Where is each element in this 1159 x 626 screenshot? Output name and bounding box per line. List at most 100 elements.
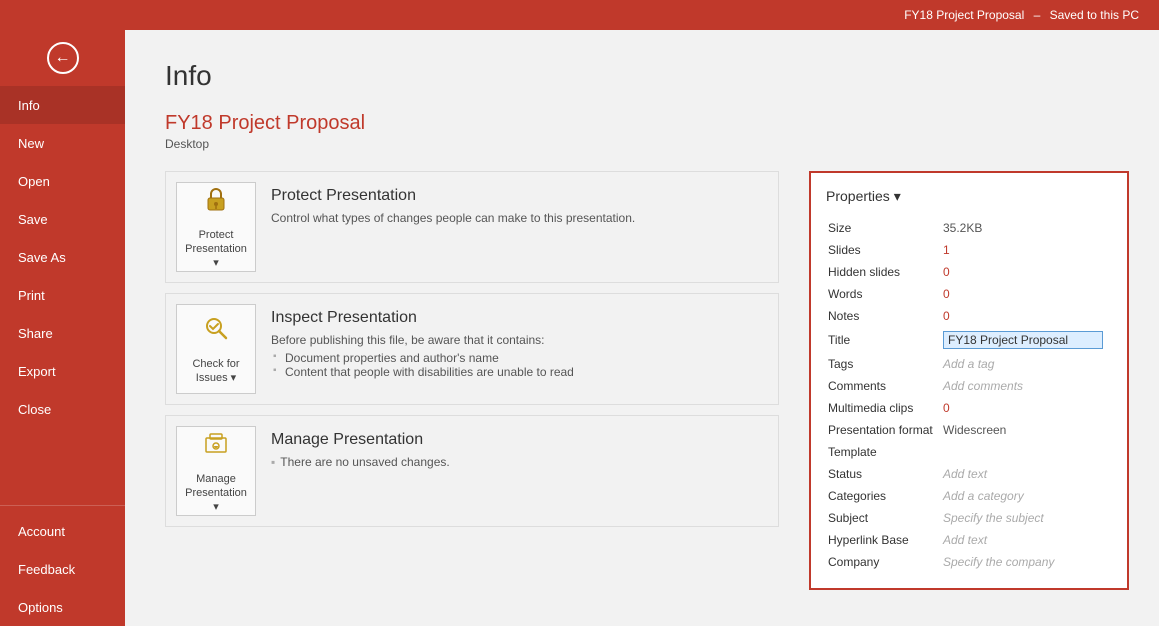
sidebar-label-feedback: Feedback bbox=[18, 562, 75, 577]
protect-icon-box[interactable]: ProtectPresentation ▾ bbox=[176, 182, 256, 272]
prop-label: Template bbox=[826, 441, 941, 463]
check-icon-label: Check forIssues ▾ bbox=[192, 357, 239, 386]
prop-row-hyperlink-base: Hyperlink BaseAdd text bbox=[826, 529, 1112, 551]
sidebar-item-account[interactable]: Account bbox=[0, 512, 125, 550]
manage-icon bbox=[200, 428, 232, 467]
prop-value: 0 bbox=[941, 283, 1112, 305]
sidebar-label-close: Close bbox=[18, 402, 51, 417]
prop-label: Multimedia clips bbox=[826, 397, 941, 419]
sidebar-item-save[interactable]: Save bbox=[0, 200, 125, 238]
protect-desc: Control what types of changes people can… bbox=[271, 211, 768, 225]
prop-label: Comments bbox=[826, 375, 941, 397]
check-icon bbox=[200, 313, 232, 352]
inspect-bullets: Document properties and author's name Co… bbox=[271, 351, 768, 379]
inspect-section: Check forIssues ▾ Inspect Presentation B… bbox=[165, 293, 779, 405]
sidebar-label-account: Account bbox=[18, 524, 65, 539]
lock-icon bbox=[200, 184, 232, 223]
sidebar-item-options[interactable]: Options bbox=[0, 588, 125, 626]
prop-row-template: Template bbox=[826, 441, 1112, 463]
top-bar: FY18 Project Proposal – Saved to this PC bbox=[0, 0, 1159, 30]
prop-label: Title bbox=[826, 327, 941, 353]
prop-value[interactable]: Add text bbox=[941, 463, 1112, 485]
sidebar-item-feedback[interactable]: Feedback bbox=[0, 550, 125, 588]
prop-value[interactable]: Specify the company bbox=[941, 551, 1112, 573]
title-input[interactable] bbox=[943, 331, 1103, 349]
sidebar-label-save-as: Save As bbox=[18, 250, 66, 265]
prop-label: Words bbox=[826, 283, 941, 305]
bullet-1: Document properties and author's name bbox=[271, 351, 768, 365]
prop-value[interactable]: Add text bbox=[941, 529, 1112, 551]
prop-row-words: Words0 bbox=[826, 283, 1112, 305]
prop-row-tags: TagsAdd a tag bbox=[826, 353, 1112, 375]
prop-label: Tags bbox=[826, 353, 941, 375]
manage-icon-box[interactable]: ManagePresentation ▾ bbox=[176, 426, 256, 516]
prop-label: Subject bbox=[826, 507, 941, 529]
prop-row-title: Title bbox=[826, 327, 1112, 353]
sidebar-label-options: Options bbox=[18, 600, 63, 615]
prop-row-company: CompanySpecify the company bbox=[826, 551, 1112, 573]
prop-value: 0 bbox=[941, 261, 1112, 283]
sidebar-label-share: Share bbox=[18, 326, 53, 341]
protect-text: Protect Presentation Control what types … bbox=[271, 182, 768, 229]
sidebar-item-export[interactable]: Export bbox=[0, 352, 125, 390]
sidebar-label-info: Info bbox=[18, 98, 40, 113]
sidebar-item-info[interactable]: Info bbox=[0, 86, 125, 124]
properties-title: Properties ▾ bbox=[826, 188, 901, 205]
prop-label: Notes bbox=[826, 305, 941, 327]
bullet-2: Content that people with disabilities ar… bbox=[271, 365, 768, 379]
properties-panel: Properties ▾ Size35.2KBSlides1Hidden sli… bbox=[809, 171, 1129, 590]
sidebar-label-open: Open bbox=[18, 174, 50, 189]
prop-label: Hidden slides bbox=[826, 261, 941, 283]
prop-label: Hyperlink Base bbox=[826, 529, 941, 551]
prop-value: 1 bbox=[941, 239, 1112, 261]
sections-and-props: ProtectPresentation ▾ Protect Presentati… bbox=[165, 171, 1129, 606]
prop-value[interactable]: Add a tag bbox=[941, 353, 1112, 375]
protect-title: Protect Presentation bbox=[271, 187, 768, 205]
prop-label: Size bbox=[826, 217, 941, 239]
manage-icon-label: ManagePresentation ▾ bbox=[182, 472, 250, 515]
sidebar-label-print: Print bbox=[18, 288, 45, 303]
sidebar-label-export: Export bbox=[18, 364, 56, 379]
prop-value[interactable]: Add comments bbox=[941, 375, 1112, 397]
back-button[interactable]: ← bbox=[0, 30, 125, 86]
protect-section: ProtectPresentation ▾ Protect Presentati… bbox=[165, 171, 779, 283]
prop-row-size: Size35.2KB bbox=[826, 217, 1112, 239]
prop-label: Company bbox=[826, 551, 941, 573]
prop-value[interactable] bbox=[941, 327, 1112, 353]
prop-value: 0 bbox=[941, 305, 1112, 327]
sidebar-label-new: New bbox=[18, 136, 44, 151]
prop-label: Status bbox=[826, 463, 941, 485]
sidebar-item-print[interactable]: Print bbox=[0, 276, 125, 314]
sidebar-item-open[interactable]: Open bbox=[0, 162, 125, 200]
prop-row-categories: CategoriesAdd a category bbox=[826, 485, 1112, 507]
sidebar-item-new[interactable]: New bbox=[0, 124, 125, 162]
file-name: FY18 Project Proposal bbox=[165, 112, 1129, 135]
prop-value[interactable]: Specify the subject bbox=[941, 507, 1112, 529]
top-bar-separator: – bbox=[1030, 8, 1043, 22]
top-bar-status: Saved to this PC bbox=[1050, 8, 1139, 22]
manage-title: Manage Presentation bbox=[271, 431, 768, 449]
inspect-title: Inspect Presentation bbox=[271, 309, 768, 327]
inspect-text: Inspect Presentation Before publishing t… bbox=[271, 304, 768, 379]
prop-row-multimedia-clips: Multimedia clips0 bbox=[826, 397, 1112, 419]
prop-label: Slides bbox=[826, 239, 941, 261]
content-area: Info FY18 Project Proposal Desktop bbox=[125, 30, 1159, 626]
prop-label: Categories bbox=[826, 485, 941, 507]
prop-value[interactable]: Add a category bbox=[941, 485, 1112, 507]
prop-row-subject: SubjectSpecify the subject bbox=[826, 507, 1112, 529]
sidebar-item-close[interactable]: Close bbox=[0, 390, 125, 428]
inspect-desc: Before publishing this file, be aware th… bbox=[271, 333, 768, 347]
prop-label: Presentation format bbox=[826, 419, 941, 441]
properties-header[interactable]: Properties ▾ bbox=[826, 188, 1112, 205]
protect-icon-label: ProtectPresentation ▾ bbox=[182, 228, 250, 271]
sections: ProtectPresentation ▾ Protect Presentati… bbox=[165, 171, 779, 606]
sidebar-item-share[interactable]: Share bbox=[0, 314, 125, 352]
prop-row-notes: Notes0 bbox=[826, 305, 1112, 327]
sidebar-item-save-as[interactable]: Save As bbox=[0, 238, 125, 276]
inspect-icon-box[interactable]: Check forIssues ▾ bbox=[176, 304, 256, 394]
sidebar-label-save: Save bbox=[18, 212, 48, 227]
page-title: Info bbox=[165, 60, 1129, 92]
manage-text: Manage Presentation ▪There are no unsave… bbox=[271, 426, 768, 473]
prop-value bbox=[941, 441, 1112, 463]
prop-value: 0 bbox=[941, 397, 1112, 419]
